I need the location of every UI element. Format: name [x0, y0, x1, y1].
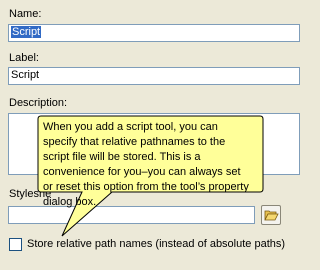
store-relative-checkbox[interactable]: [9, 238, 22, 251]
store-relative-label[interactable]: Store relative path names (instead of ab…: [27, 238, 285, 250]
label-label: Label:: [9, 52, 39, 64]
browse-button[interactable]: [261, 205, 281, 225]
folder-open-icon: [264, 210, 279, 221]
label-input[interactable]: Script: [8, 67, 300, 85]
name-input-selected-text: Script: [11, 26, 42, 38]
name-label: Name:: [9, 8, 42, 20]
name-input[interactable]: Script: [8, 24, 300, 42]
tooltip-text: When you add a script tool, you can spec…: [43, 121, 249, 208]
description-label: Description:: [9, 97, 68, 109]
